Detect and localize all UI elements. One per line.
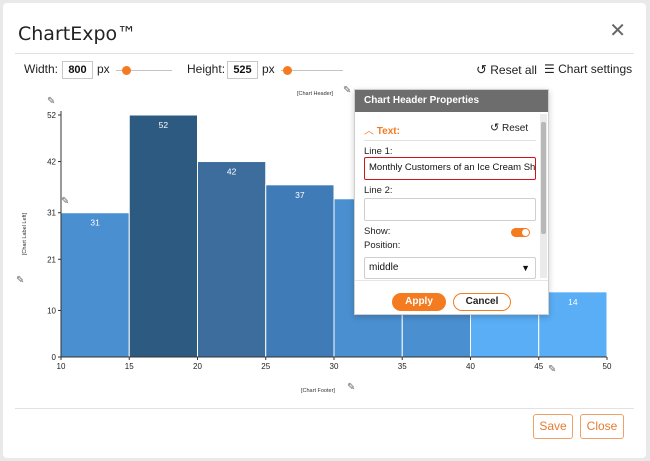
line1-input[interactable]: Monthly Customers of an Ice Cream Shop xyxy=(364,157,536,180)
reset-all-label: Reset all xyxy=(490,63,537,77)
chart-header-tag[interactable]: [Chart Header] xyxy=(297,91,333,97)
panel-footer-divider xyxy=(355,280,548,281)
chart-header-properties-panel: Chart Header Properties ︿ Text: ↺ Reset … xyxy=(354,89,549,315)
chart-settings-label: Chart settings xyxy=(558,62,633,76)
width-slider-handle[interactable] xyxy=(122,66,131,75)
bar-data-label: 14 xyxy=(568,297,578,307)
apply-button[interactable]: Apply xyxy=(392,293,446,311)
width-input[interactable]: 800 xyxy=(62,61,93,79)
histogram-chart: 31524237140102131425210 15 20 25 30 35 40 45 50 xyxy=(47,111,612,371)
bar-data-label: 31 xyxy=(90,218,100,228)
panel-divider xyxy=(364,140,536,141)
width-unit: px xyxy=(97,62,110,76)
chartexpo-dialog: ChartExpo™ ✕ Width: 800 px Height: 525 p… xyxy=(3,3,646,458)
x-tick-label: 50 xyxy=(603,362,612,371)
footer-divider xyxy=(15,408,634,409)
x-tick-label: 45 xyxy=(534,362,543,371)
y-tick-label: 52 xyxy=(47,111,56,120)
height-input[interactable]: 525 xyxy=(227,61,258,79)
histogram-bar xyxy=(265,184,335,358)
height-unit: px xyxy=(262,62,275,76)
y-tick-label: 21 xyxy=(47,255,56,264)
edit-footer-pencil-icon[interactable]: ✎ xyxy=(347,383,355,393)
edit-y-axis-pencil-icon[interactable]: ✎ xyxy=(47,97,55,107)
show-toggle-knob xyxy=(522,229,529,236)
y-tick-label: 0 xyxy=(52,353,57,362)
x-tick-label: 30 xyxy=(330,362,339,371)
position-select-value: middle xyxy=(369,262,399,273)
save-button[interactable]: Save xyxy=(533,414,573,439)
position-label: Position: xyxy=(364,240,401,251)
chart-footer-tag[interactable]: [Chart Footer] xyxy=(301,388,335,394)
edit-header-pencil-icon[interactable]: ✎ xyxy=(343,86,351,96)
close-icon[interactable]: ✕ xyxy=(609,21,626,41)
x-tick-label: 35 xyxy=(398,362,407,371)
chevron-up-icon: ︿ xyxy=(364,126,374,137)
bar-data-label: 52 xyxy=(159,120,169,130)
text-section-toggle[interactable]: ︿ Text: xyxy=(364,122,400,137)
panel-reset-button[interactable]: ↺ Reset xyxy=(490,121,528,134)
y-tick-label: 31 xyxy=(47,209,56,218)
header-divider xyxy=(15,53,634,54)
bar-data-label: 37 xyxy=(295,190,305,200)
reset-all-button[interactable]: ↺ Reset all xyxy=(476,62,537,78)
chart-label-left-tag[interactable]: [Chart Label Left] xyxy=(22,213,28,255)
settings-sliders-icon: ☰ xyxy=(544,62,555,76)
panel-scrollbar[interactable] xyxy=(540,114,547,278)
position-select[interactable]: middle ▼ xyxy=(364,257,536,279)
panel-reset-label: Reset xyxy=(502,123,529,134)
app-title: ChartExpo™ xyxy=(18,23,137,45)
line2-input[interactable] xyxy=(364,198,536,221)
height-label: Height: xyxy=(187,62,226,76)
x-tick-label: 20 xyxy=(193,362,202,371)
show-label: Show: xyxy=(364,226,391,237)
panel-title: Chart Header Properties xyxy=(355,90,548,112)
line1-label: Line 1: xyxy=(364,146,393,157)
width-label: Width: xyxy=(24,62,59,76)
show-toggle[interactable] xyxy=(511,228,530,237)
edit-label-left-pencil-icon[interactable]: ✎ xyxy=(16,276,24,286)
height-slider-handle[interactable] xyxy=(283,66,292,75)
histogram-bar xyxy=(60,212,130,358)
panel-body: ︿ Text: ↺ Reset Line 1: Monthly Customer… xyxy=(355,112,539,280)
chevron-down-icon: ▼ xyxy=(521,263,530,273)
histogram-bar xyxy=(197,161,267,358)
histogram-bar xyxy=(128,114,198,358)
reset-icon: ↺ xyxy=(476,62,487,77)
reset-icon: ↺ xyxy=(490,122,500,134)
edit-left-pencil-icon[interactable]: ✎ xyxy=(61,197,69,207)
x-tick-label: 10 xyxy=(57,362,66,371)
bar-data-label: 42 xyxy=(227,167,237,177)
text-section-label: Text: xyxy=(376,126,400,137)
y-tick-label: 10 xyxy=(47,306,56,315)
panel-scrollbar-thumb[interactable] xyxy=(541,122,546,234)
edit-x-axis-pencil-icon[interactable]: ✎ xyxy=(548,365,556,375)
chart-settings-button[interactable]: ☰ Chart settings xyxy=(544,62,632,76)
y-tick-label: 42 xyxy=(47,158,56,167)
line2-label: Line 2: xyxy=(364,185,393,196)
x-tick-label: 40 xyxy=(466,362,475,371)
x-tick-label: 15 xyxy=(125,362,134,371)
cancel-button[interactable]: Cancel xyxy=(453,293,511,311)
x-tick-label: 25 xyxy=(261,362,270,371)
close-button[interactable]: Close xyxy=(580,414,624,439)
